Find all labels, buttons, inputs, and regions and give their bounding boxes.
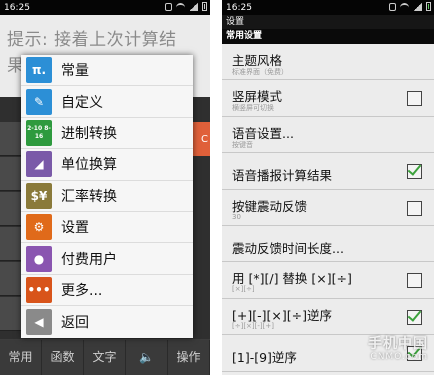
popup-menu: π. 常量 ✎ 自定义 2-10 8-16 进制转换 ◢ 单位换算 $¥ 汇率转换 ⚙ 设置 ● 付费用户… xyxy=(21,55,193,338)
setting-row[interactable]: 震动反馈时间长度... xyxy=(222,225,434,263)
menu-item-label: 返回 xyxy=(61,314,89,331)
menu-item[interactable]: ⚙ 设置 xyxy=(21,212,193,244)
more-icon: ••• xyxy=(26,276,52,303)
key[interactable] xyxy=(0,122,22,156)
battery-icon xyxy=(202,2,207,11)
status-time: 16:25 xyxy=(226,2,252,13)
tab-common[interactable]: 常用 xyxy=(0,340,42,375)
menu-item[interactable]: 2-10 8-16 进制转换 xyxy=(21,118,193,150)
settings-screen: 16:25 设置 常用设置 主题风格 标准界面（免费） 竖屏模式 横竖屏可切换 语音设置… xyxy=(222,0,434,375)
signal-icon xyxy=(189,2,198,11)
menu-item-label: 自定义 xyxy=(61,94,103,111)
setting-row[interactable]: 竖屏模式 横竖屏可切换 xyxy=(222,80,434,117)
clear-key[interactable]: C xyxy=(192,122,210,156)
setting-title: [1]-[9]逆序 xyxy=(232,350,297,366)
menu-item[interactable]: $¥ 汇率转换 xyxy=(21,181,193,212)
key[interactable] xyxy=(0,192,22,226)
wifi-icon xyxy=(176,3,185,10)
menu-item[interactable]: ••• 更多... xyxy=(21,275,193,307)
bottom-toolbar: 常用 函数 文字 🔈 操作 xyxy=(0,340,210,375)
setting-title: 震动反馈时间长度... xyxy=(232,240,344,256)
ruler-icon: ◢ xyxy=(26,151,52,178)
status-bar: 16:25 xyxy=(222,0,434,15)
currency-icon: $¥ xyxy=(26,182,52,209)
setting-subtitle: 按键音 xyxy=(232,140,253,149)
menu-item[interactable]: ● 付费用户 xyxy=(21,243,193,275)
tab-functions[interactable]: 函数 xyxy=(42,340,84,375)
setting-subtitle: 30 xyxy=(232,212,241,221)
menu-item[interactable]: π. 常量 xyxy=(21,55,193,87)
setting-row[interactable]: 主题风格 标准界面（免费） xyxy=(222,44,434,81)
download-icon xyxy=(389,2,396,11)
download-icon xyxy=(165,2,172,11)
menu-item[interactable]: ◀ 返回 xyxy=(21,306,193,337)
battery-icon xyxy=(426,2,431,11)
back-icon: ◀ xyxy=(26,308,52,335)
setting-row[interactable]: 按键震动反馈 30 xyxy=(222,189,434,226)
setting-row[interactable]: 语音播报计算结果 xyxy=(222,153,434,190)
menu-item-label: 汇率转换 xyxy=(61,188,117,205)
setting-subtitle: [÷][×][-][+] xyxy=(232,321,274,330)
pi-icon: π. xyxy=(26,57,52,84)
number-base-icon: 2-10 8-16 xyxy=(26,119,52,146)
key[interactable] xyxy=(0,227,22,261)
watermark: 手机中国 xyxy=(368,336,428,352)
calculator-screen: 16:25 提示: 接着上次计算结 果 C 常用 函数 文字 🔈 操作 π. 常量… xyxy=(0,0,210,375)
menu-item-label: 付费用户 xyxy=(61,251,117,268)
setting-row[interactable]: 用 [*][/] 替换 [×][÷] [×][÷] xyxy=(222,262,434,299)
key[interactable] xyxy=(0,157,22,191)
menu-item[interactable]: ◢ 单位换算 xyxy=(21,149,193,181)
setting-checkbox[interactable] xyxy=(407,91,422,107)
key[interactable] xyxy=(0,262,22,296)
divider xyxy=(210,0,222,375)
paid-user-icon: ● xyxy=(26,245,52,272)
settings-list: 主题风格 标准界面（免费） 竖屏模式 横竖屏可切换 语音设置... 按键音语音播报计算结果… xyxy=(222,44,434,372)
gear-icon: ⚙ xyxy=(26,214,52,241)
setting-checkbox[interactable] xyxy=(407,200,422,216)
setting-subtitle: 标准界面（免费） xyxy=(232,68,288,76)
section-header: 常用设置 xyxy=(222,29,434,44)
key[interactable] xyxy=(0,297,22,331)
menu-item-label: 更多... xyxy=(61,282,103,299)
setting-checkbox[interactable] xyxy=(407,273,422,289)
setting-title: 语音播报计算结果 xyxy=(232,168,333,184)
signal-icon xyxy=(413,2,422,11)
status-time: 16:25 xyxy=(4,2,30,13)
broom-icon: ✎ xyxy=(26,88,52,115)
watermark-sub: CNMO.com xyxy=(370,352,428,362)
setting-subtitle: [×][÷] xyxy=(232,285,255,294)
speaker-icon[interactable]: 🔈 xyxy=(126,340,168,375)
status-bar: 16:25 xyxy=(0,0,210,15)
menu-item-label: 设置 xyxy=(61,220,89,237)
menu-item-label: 单位换算 xyxy=(61,157,117,174)
window-title: 设置 xyxy=(222,15,434,29)
menu-item[interactable]: ✎ 自定义 xyxy=(21,86,193,118)
menu-item-label: 常量 xyxy=(61,63,89,80)
setting-checkbox[interactable] xyxy=(407,164,422,180)
setting-row[interactable]: [+][-][×][÷]逆序 [÷][×][-][+] xyxy=(222,298,434,336)
menu-item-label: 进制转换 xyxy=(61,125,117,142)
hint-text: 提示: 接着上次计算结 xyxy=(7,30,177,50)
tab-text[interactable]: 文字 xyxy=(84,340,126,375)
tab-operations[interactable]: 操作 xyxy=(168,340,210,375)
setting-checkbox[interactable] xyxy=(407,309,422,325)
wifi-icon xyxy=(400,3,409,10)
setting-row[interactable]: 语音设置... 按键音 xyxy=(222,116,434,154)
setting-title: 按键震动反馈 xyxy=(232,198,308,214)
setting-subtitle: 横竖屏可切换 xyxy=(232,104,274,113)
